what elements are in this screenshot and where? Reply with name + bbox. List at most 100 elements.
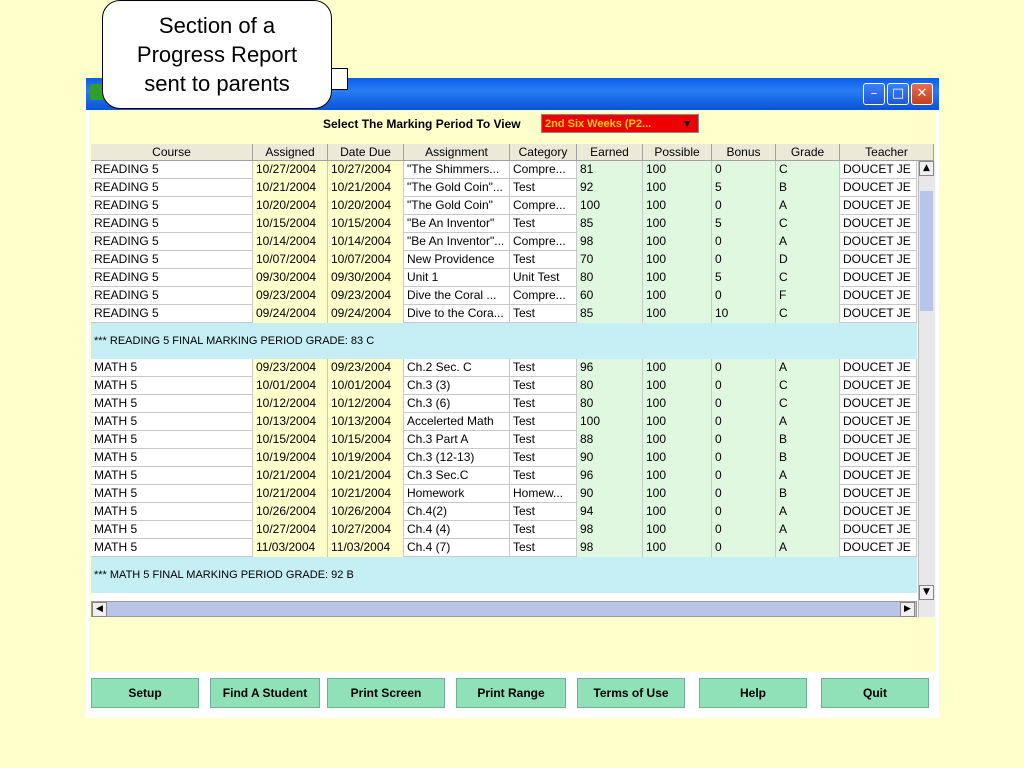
close-icon[interactable]: ✕	[911, 83, 933, 105]
final-grade-row: *** READING 5 FINAL MARKING PERIOD GRADE…	[91, 323, 917, 359]
cell-earned: 98	[577, 521, 643, 539]
callout-line: Section of a	[158, 13, 276, 38]
table-row[interactable]: MATH 5 10/19/2004 10/19/2004 Ch.3 (12-13) Te…	[91, 449, 917, 467]
column-header-grade[interactable]: Grade	[776, 144, 840, 161]
cell-date-due: 10/21/2004	[328, 485, 404, 503]
column-header-date-due[interactable]: Date Due	[328, 144, 404, 161]
cell-category: Homew...	[510, 485, 577, 503]
callout-line: Progress Report	[136, 42, 298, 67]
cell-course: MATH 5	[91, 449, 253, 467]
cell-grade: C	[776, 161, 840, 179]
table-row[interactable]: MATH 5 11/03/2004 11/03/2004 Ch.4 (7) Test 98…	[91, 539, 917, 557]
column-header-assignment[interactable]: Assignment	[404, 144, 510, 161]
table-row[interactable]: MATH 5 10/27/2004 10/27/2004 Ch.4 (4) Test 98…	[91, 521, 917, 539]
cell-bonus: 0	[712, 413, 776, 431]
cell-bonus: 5	[712, 179, 776, 197]
vertical-scrollbar[interactable]: ▲ ▼	[918, 161, 935, 617]
find-a-student-button[interactable]: Find A Student	[210, 678, 320, 708]
final-grade-row: *** MATH 5 FINAL MARKING PERIOD GRADE: 9…	[91, 557, 917, 593]
cell-category: Test	[510, 179, 577, 197]
table-row[interactable]: READING 5 10/27/2004 10/27/2004 "The Shimme…	[91, 161, 917, 179]
table-row[interactable]: MATH 5 10/01/2004 10/01/2004 Ch.3 (3) Test 80…	[91, 377, 917, 395]
column-header-course[interactable]: Course	[91, 144, 253, 161]
cell-assigned: 10/21/2004	[253, 485, 328, 503]
help-button[interactable]: Help	[699, 678, 807, 708]
cell-teacher: DOUCET JE	[840, 161, 917, 179]
column-header-possible[interactable]: Possible	[643, 144, 712, 161]
maximize-icon[interactable]: □	[887, 83, 909, 105]
table-row[interactable]: MATH 5 10/13/2004 10/13/2004 Accelerted Mat…	[91, 413, 917, 431]
cell-grade: C	[776, 395, 840, 413]
cell-course: MATH 5	[91, 377, 253, 395]
cell-possible: 100	[643, 233, 712, 251]
cell-earned: 98	[577, 539, 643, 557]
table-row[interactable]: READING 5 10/07/2004 10/07/2004 New Provide…	[91, 251, 917, 269]
cell-assignment: Dive the Coral ...	[404, 287, 510, 305]
cell-teacher: DOUCET JE	[840, 521, 917, 539]
table-row[interactable]: READING 5 09/24/2004 09/24/2004 Dive to the…	[91, 305, 917, 323]
table-row[interactable]: MATH 5 10/15/2004 10/15/2004 Ch.3 Part A Tes…	[91, 431, 917, 449]
table-row[interactable]: MATH 5 10/21/2004 10/21/2004 Homework Homew.…	[91, 485, 917, 503]
cell-date-due: 09/30/2004	[328, 269, 404, 287]
cell-assigned: 11/03/2004	[253, 539, 328, 557]
cell-possible: 100	[643, 179, 712, 197]
cell-category: Test	[510, 449, 577, 467]
cell-course: READING 5	[91, 287, 253, 305]
table-row[interactable]: READING 5 10/15/2004 10/15/2004 "Be An Inve…	[91, 215, 917, 233]
cell-category: Compre...	[510, 233, 577, 251]
cell-category: Test	[510, 467, 577, 485]
cell-possible: 100	[643, 197, 712, 215]
column-header-category[interactable]: Category	[510, 144, 577, 161]
cell-assigned: 10/26/2004	[253, 503, 328, 521]
cell-bonus: 0	[712, 503, 776, 521]
quit-button[interactable]: Quit	[821, 678, 929, 708]
table-row[interactable]: READING 5 10/21/2004 10/21/2004 "The Gold C…	[91, 179, 917, 197]
table-row[interactable]: MATH 5 09/23/2004 09/23/2004 Ch.2 Sec. C Tes…	[91, 359, 917, 377]
table-row[interactable]: MATH 5 10/21/2004 10/21/2004 Ch.3 Sec.C Test…	[91, 467, 917, 485]
setup-button[interactable]: Setup	[91, 678, 199, 708]
table-row[interactable]: READING 5 10/14/2004 10/14/2004 "Be An Inve…	[91, 233, 917, 251]
cell-grade: C	[776, 377, 840, 395]
table-row[interactable]: READING 5 09/23/2004 09/23/2004 Dive the Co…	[91, 287, 917, 305]
column-header-teacher[interactable]: Teacher	[840, 144, 934, 161]
cell-date-due: 11/03/2004	[328, 539, 404, 557]
print-range-button[interactable]: Print Range	[456, 678, 566, 708]
cell-earned: 81	[577, 161, 643, 179]
print-screen-button[interactable]: Print Screen	[327, 678, 445, 708]
table-row[interactable]: MATH 5 10/12/2004 10/12/2004 Ch.3 (6) Test 80…	[91, 395, 917, 413]
cell-possible: 100	[643, 467, 712, 485]
table-row[interactable]: READING 5 09/30/2004 09/30/2004 Unit 1 Unit …	[91, 269, 917, 287]
scroll-left-icon[interactable]: ◀	[92, 602, 107, 617]
scroll-up-icon[interactable]: ▲	[919, 161, 934, 176]
cell-course: READING 5	[91, 215, 253, 233]
cell-assignment: "Be An Inventor"	[404, 215, 510, 233]
cell-bonus: 0	[712, 539, 776, 557]
cell-grade: A	[776, 413, 840, 431]
cell-category: Test	[510, 503, 577, 521]
cell-assignment: "The Gold Coin"...	[404, 179, 510, 197]
column-header-bonus[interactable]: Bonus	[712, 144, 776, 161]
horizontal-scrollbar[interactable]: ◀ ▶	[91, 601, 917, 617]
cell-grade: F	[776, 287, 840, 305]
cell-category: Unit Test	[510, 269, 577, 287]
marking-period-dropdown[interactable]: 2nd Six Weeks (P2... ▼	[541, 114, 699, 133]
cell-course: READING 5	[91, 179, 253, 197]
table-row[interactable]: READING 5 10/20/2004 10/20/2004 "The Gold C…	[91, 197, 917, 215]
table-row[interactable]: MATH 5 10/26/2004 10/26/2004 Ch.4(2) Test 94 1…	[91, 503, 917, 521]
cell-date-due: 09/24/2004	[328, 305, 404, 323]
cell-date-due: 10/01/2004	[328, 377, 404, 395]
column-header-assigned[interactable]: Assigned	[253, 144, 328, 161]
cell-teacher: DOUCET JE	[840, 287, 917, 305]
scroll-down-icon[interactable]: ▼	[919, 585, 934, 600]
cell-teacher: DOUCET JE	[840, 395, 917, 413]
cell-possible: 100	[643, 215, 712, 233]
cell-assigned: 10/21/2004	[253, 467, 328, 485]
minimize-icon[interactable]: –	[863, 83, 885, 105]
column-header-earned[interactable]: Earned	[577, 144, 643, 161]
cell-course: READING 5	[91, 251, 253, 269]
cell-category: Test	[510, 539, 577, 557]
terms-of-use-button[interactable]: Terms of Use	[577, 678, 685, 708]
scroll-thumb[interactable]	[920, 191, 933, 311]
scroll-right-icon[interactable]: ▶	[900, 602, 915, 617]
button-bar: Setup Find A Student Print Screen Print Ran…	[86, 678, 939, 718]
